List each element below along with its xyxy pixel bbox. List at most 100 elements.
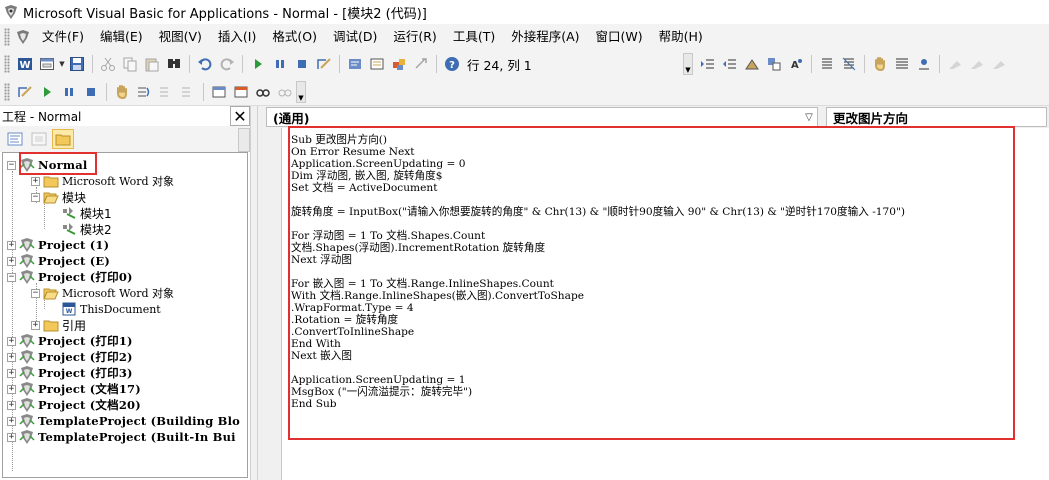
copy-icon[interactable]	[119, 53, 141, 75]
menu-edit[interactable]: 编辑(E)	[92, 26, 151, 48]
project-toolbar-options[interactable]	[238, 128, 250, 152]
tree-item-template-building-blocks[interactable]: + TemplateProject (Building Blo	[7, 413, 240, 429]
tree-item-module1[interactable]: 模块1	[61, 205, 112, 221]
outdent-icon[interactable]	[719, 53, 741, 75]
menu-run[interactable]: 运行(R)	[385, 26, 444, 48]
locals-window-icon[interactable]	[208, 81, 230, 103]
expand-icon[interactable]: +	[7, 256, 16, 266]
design-mode-icon[interactable]	[14, 81, 36, 103]
cut-icon[interactable]	[97, 53, 119, 75]
tree-item-project-doc20[interactable]: + Project (文档20)	[7, 397, 141, 413]
bookmark-prev-icon[interactable]	[966, 53, 988, 75]
object-browser-icon[interactable]	[388, 53, 410, 75]
bookmark-clear-icon[interactable]	[988, 53, 1010, 75]
find-icon[interactable]	[163, 53, 185, 75]
break-icon[interactable]	[269, 53, 291, 75]
view-code-icon[interactable]	[4, 129, 26, 149]
expand-icon[interactable]: +	[7, 400, 16, 410]
toggle-folders-icon[interactable]	[52, 129, 74, 149]
collapse-icon[interactable]: −	[31, 288, 40, 298]
expand-icon[interactable]: +	[31, 176, 40, 186]
expand-icon[interactable]: +	[7, 384, 16, 394]
project-explorer-icon[interactable]	[344, 53, 366, 75]
vba-app-icon[interactable]	[12, 27, 34, 47]
tree-item-project-e[interactable]: + Project (E)	[7, 253, 110, 269]
procedure-combo[interactable]: 更改图片方向	[826, 107, 1047, 127]
menu-help[interactable]: 帮助(H)	[651, 26, 711, 48]
tree-item-template-built-in[interactable]: + TemplateProject (Built-In Bui	[7, 429, 236, 445]
tree-item-word-objects[interactable]: − Microsoft Word 对象	[31, 285, 174, 301]
object-combo[interactable]: (通用) ▽	[266, 107, 818, 127]
redo-icon[interactable]	[216, 53, 238, 75]
view-object-icon[interactable]	[28, 129, 50, 149]
expand-icon[interactable]: +	[7, 352, 16, 362]
save-icon[interactable]	[66, 53, 88, 75]
bookmark-next-icon[interactable]	[944, 53, 966, 75]
watch-window-icon[interactable]	[252, 81, 274, 103]
reset-icon[interactable]	[80, 81, 102, 103]
menu-debug[interactable]: 调试(D)	[325, 26, 385, 48]
chevron-down-icon[interactable]: ▽	[801, 108, 817, 126]
bookmark-icon[interactable]	[913, 53, 935, 75]
tree-item-references[interactable]: + 引用	[31, 317, 86, 333]
tree-item-project-print2[interactable]: + Project (打印2)	[7, 349, 133, 365]
pane-splitter[interactable]	[250, 106, 258, 480]
comment-block-icon[interactable]	[816, 53, 838, 75]
design-mode-icon[interactable]	[313, 53, 335, 75]
help-icon[interactable]: ?	[441, 53, 463, 75]
tree-item-project-doc17[interactable]: + Project (文档17)	[7, 381, 141, 397]
step-over-icon[interactable]	[155, 81, 177, 103]
properties-window-icon[interactable]	[366, 53, 388, 75]
toolbar-options-dropdown[interactable]: ▼	[296, 80, 306, 103]
toggle-breakpoint-icon[interactable]	[111, 81, 133, 103]
tree-item-project-print1[interactable]: + Project (打印1)	[7, 333, 133, 349]
tree-item-modules[interactable]: − 模块	[31, 189, 86, 205]
menu-tools[interactable]: 工具(T)	[445, 26, 503, 48]
immediate-window-icon[interactable]	[230, 81, 252, 103]
list-icon[interactable]	[891, 53, 913, 75]
step-out-icon[interactable]	[177, 81, 199, 103]
code-margin-indicator-bar[interactable]	[258, 128, 282, 480]
hand-icon[interactable]	[869, 53, 891, 75]
quick-info-icon[interactable]: A	[785, 53, 807, 75]
undo-icon[interactable]	[194, 53, 216, 75]
reset-icon[interactable]	[291, 53, 313, 75]
break-icon[interactable]	[58, 81, 80, 103]
menu-insert[interactable]: 插入(I)	[210, 26, 264, 48]
menubar-grip[interactable]	[4, 28, 10, 46]
tree-item-module2[interactable]: 模块2	[61, 221, 112, 237]
expand-icon[interactable]: +	[7, 240, 16, 250]
menu-format[interactable]: 格式(O)	[264, 26, 325, 48]
tree-item-project-1[interactable]: + Project (1)	[7, 237, 109, 253]
tree-item-project-print0[interactable]: − Project (打印0)	[7, 269, 133, 285]
step-into-icon[interactable]	[133, 81, 155, 103]
expand-icon[interactable]: +	[7, 416, 16, 426]
expand-icon[interactable]: +	[7, 368, 16, 378]
toolbar-options-dropdown[interactable]: ▼	[683, 53, 693, 75]
run-icon[interactable]	[36, 81, 58, 103]
run-icon[interactable]	[247, 53, 269, 75]
tree-item-word-objects[interactable]: + Microsoft Word 对象	[31, 173, 174, 189]
word-icon[interactable]: W	[14, 53, 36, 75]
expand-icon[interactable]: +	[7, 432, 16, 442]
uncomment-block-icon[interactable]	[838, 53, 860, 75]
insert-userform-icon[interactable]	[36, 53, 58, 75]
tree-item-project-print3[interactable]: + Project (打印3)	[7, 365, 133, 381]
toolbox-icon[interactable]	[410, 53, 432, 75]
menu-view[interactable]: 视图(V)	[151, 26, 210, 48]
tree-item-thisdocument[interactable]: W ThisDocument	[61, 301, 161, 317]
list-properties-icon[interactable]	[741, 53, 763, 75]
collapse-icon[interactable]: −	[31, 192, 40, 202]
expand-icon[interactable]: +	[31, 320, 40, 330]
expand-icon[interactable]: +	[7, 336, 16, 346]
collapse-icon[interactable]: −	[7, 160, 16, 170]
close-icon[interactable]: ✕	[230, 106, 250, 126]
menu-addins[interactable]: 外接程序(A)	[503, 26, 587, 48]
toolbar-grip[interactable]	[4, 82, 10, 101]
list-constants-icon[interactable]	[763, 53, 785, 75]
toolbar-grip[interactable]	[4, 55, 10, 73]
indent-icon[interactable]	[697, 53, 719, 75]
collapse-icon[interactable]: −	[7, 272, 16, 282]
chevron-down-icon[interactable]: ▼	[58, 53, 66, 75]
paste-icon[interactable]	[141, 53, 163, 75]
